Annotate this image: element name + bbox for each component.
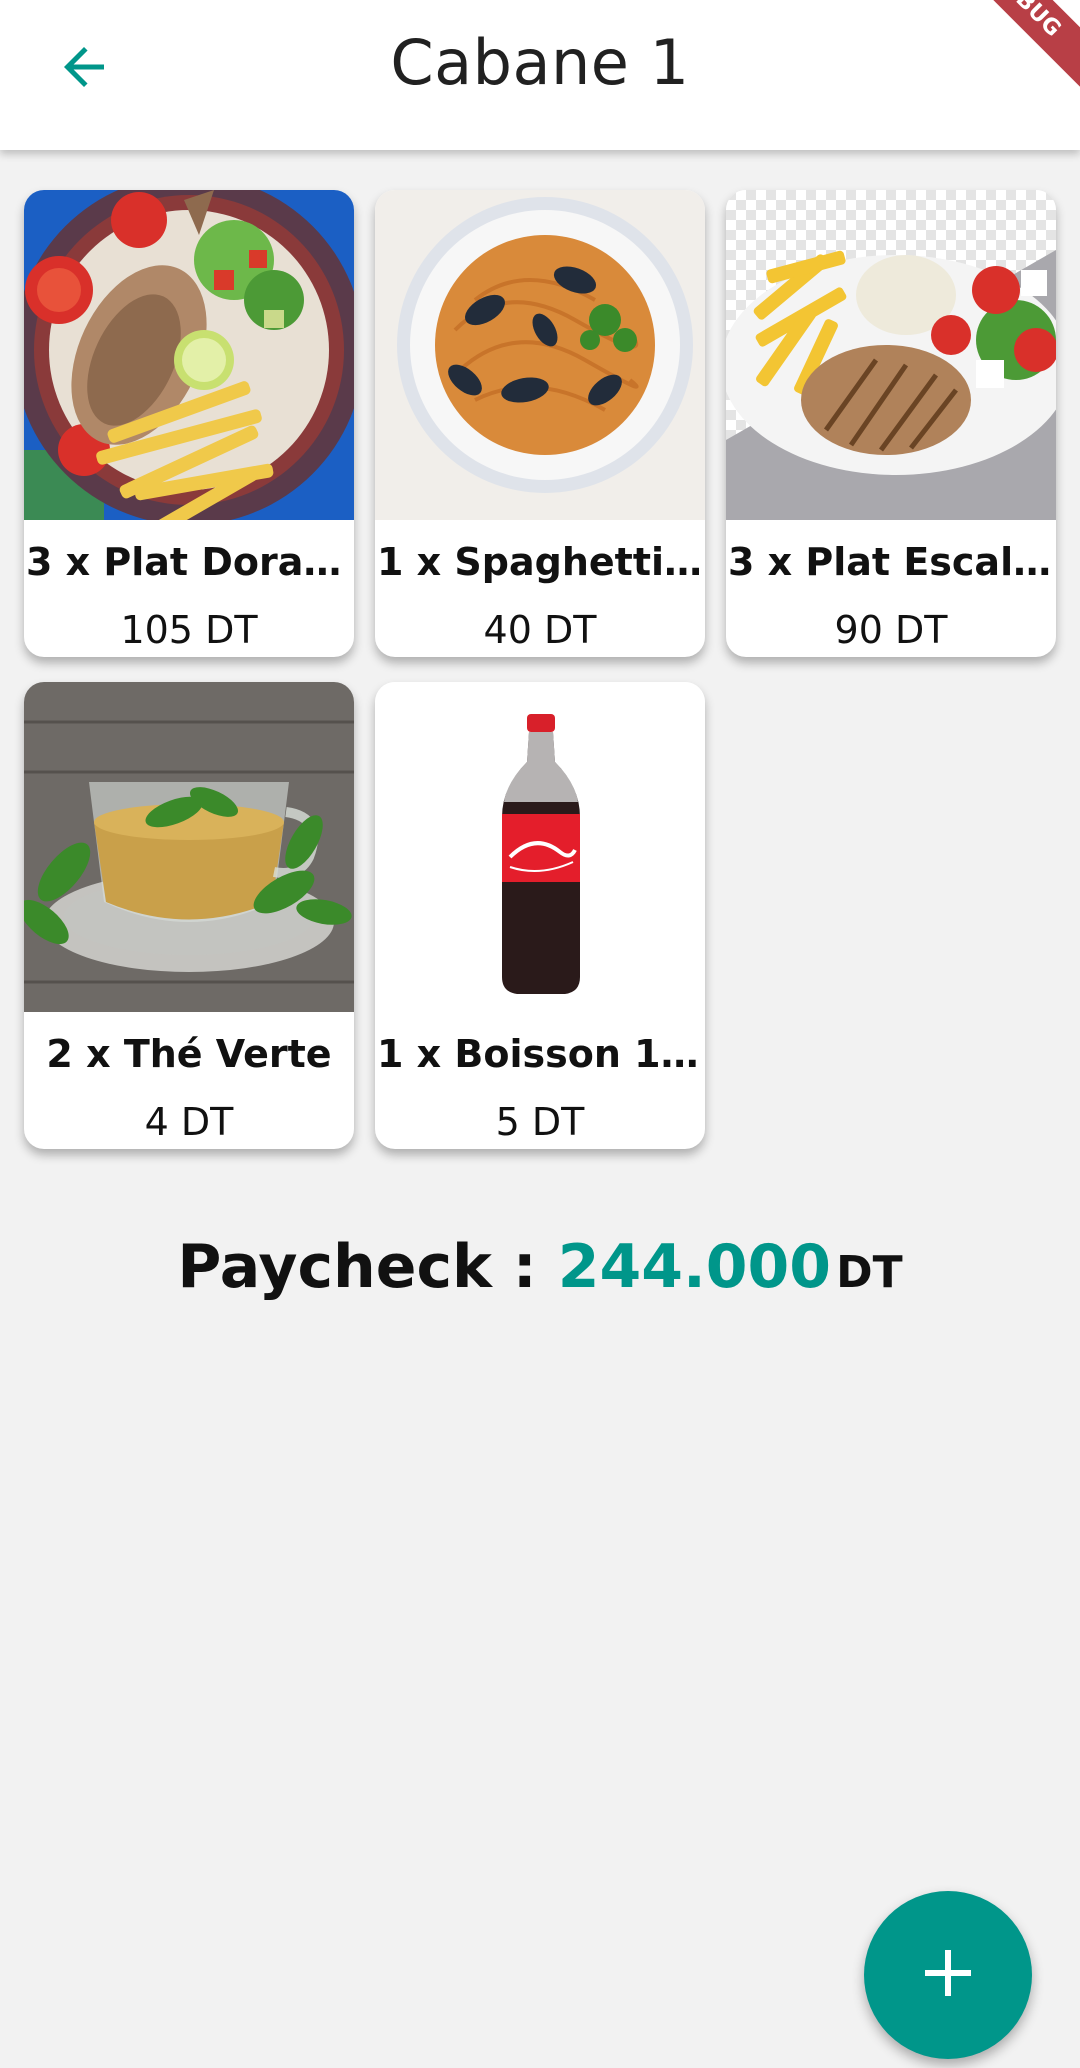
cola-bottle-image — [375, 682, 705, 1012]
item-name: 2 x Thé Verte — [46, 1032, 332, 1076]
item-name: 1 x Boisson 1,5L — [377, 1032, 705, 1076]
item-name: 1 x Spaghetti ... — [377, 540, 705, 584]
item-name: 3 x Plat Dorade — [26, 540, 354, 584]
item-price: 90 DT — [834, 608, 948, 652]
paycheck-value: 244.000 — [557, 1232, 831, 1302]
item-price: 5 DT — [495, 1100, 585, 1144]
paycheck-label: Paycheck : — [177, 1232, 558, 1302]
add-item-button[interactable] — [864, 1891, 1032, 2059]
page-title: Cabane 1 — [390, 26, 690, 99]
paycheck-total: Paycheck : 244.000 DT — [0, 1232, 1080, 1302]
spaghetti-mussels-image — [375, 190, 705, 520]
plus-icon — [923, 1948, 973, 2002]
paycheck-unit: DT — [836, 1247, 903, 1298]
escalope-plate-image — [726, 190, 1056, 520]
mint-tea-image — [24, 682, 354, 1012]
order-item-card[interactable]: 2 x Thé Verte 4 DT — [24, 682, 354, 1149]
grilled-fish-plate-image — [24, 190, 354, 520]
order-item-card[interactable]: 3 x Plat Escalop... 90 DT — [726, 190, 1056, 657]
app-bar: Cabane 1 — [0, 0, 1080, 150]
item-price: 4 DT — [144, 1100, 234, 1144]
item-price: 105 DT — [120, 608, 258, 652]
item-name: 3 x Plat Escalop... — [728, 540, 1056, 584]
order-item-card[interactable]: 1 x Spaghetti ... 40 DT — [375, 190, 705, 657]
item-price: 40 DT — [483, 608, 597, 652]
order-item-card[interactable]: 1 x Boisson 1,5L 5 DT — [375, 682, 705, 1149]
order-item-card[interactable]: 3 x Plat Dorade 105 DT — [24, 190, 354, 657]
